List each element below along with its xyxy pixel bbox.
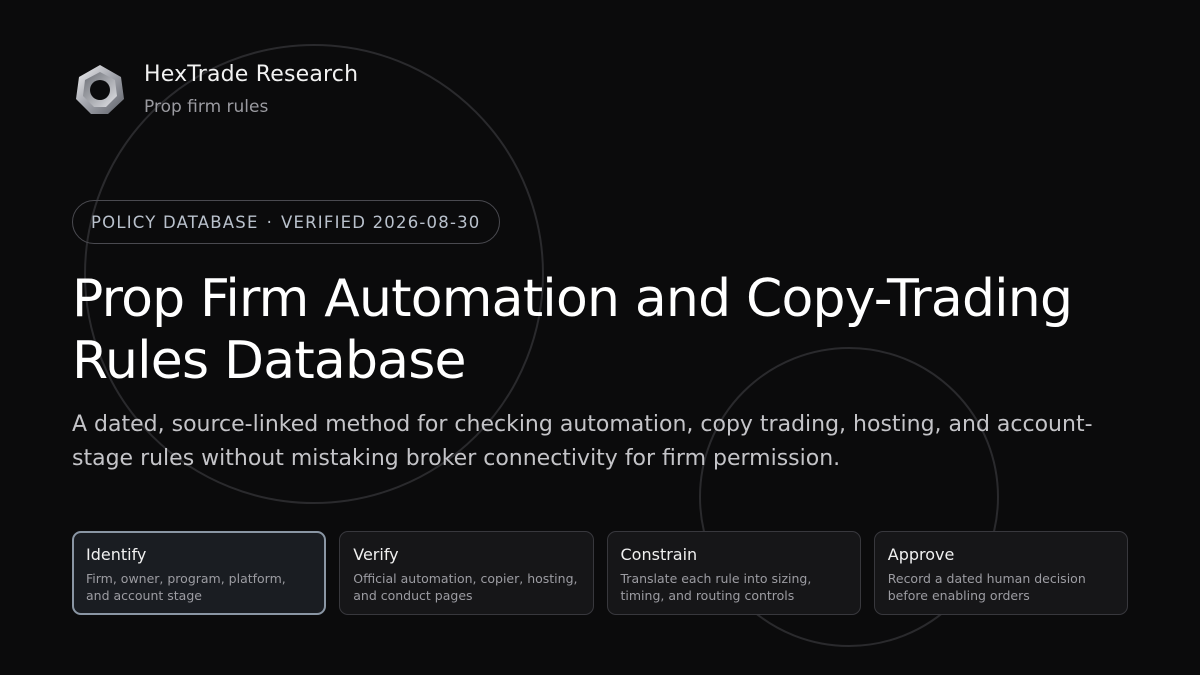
step-title: Constrain bbox=[620, 545, 698, 564]
badge-category: POLICY DATABASE bbox=[91, 212, 259, 232]
step-description: Firm, owner, program, platform, and acco… bbox=[86, 571, 286, 603]
step-title: Identify bbox=[86, 545, 147, 564]
step-title: Approve bbox=[887, 545, 955, 564]
step-description: Official automation, copier, hosting, an… bbox=[353, 571, 578, 603]
brand-name: HexTrade Research bbox=[144, 62, 359, 87]
step-card-identify[interactable]: Identify Firm, owner, program, platform,… bbox=[72, 531, 327, 615]
step-description: Translate each rule into sizing, timing,… bbox=[620, 571, 812, 603]
verification-badge: POLICY DATABASE · VERIFIED 2026-08-30 bbox=[72, 200, 500, 244]
badge-verified-date: VERIFIED 2026-08-30 bbox=[281, 212, 481, 232]
step-description: Record a dated human decision before ena… bbox=[887, 571, 1086, 603]
hexagon-ring-logo-icon bbox=[76, 65, 124, 114]
page-description: A dated, source-linked method for checki… bbox=[72, 412, 1093, 471]
brand-subtitle: Prop firm rules bbox=[144, 97, 269, 117]
step-card-constrain[interactable]: Constrain Translate each rule into sizin… bbox=[606, 531, 861, 615]
step-title: Verify bbox=[353, 545, 399, 564]
step-card-verify[interactable]: Verify Official automation, copier, host… bbox=[339, 531, 594, 615]
process-steps: Identify Firm, owner, program, platform,… bbox=[72, 531, 1128, 615]
page-title: Prop Firm Automation and Copy-Trading Ru… bbox=[72, 269, 1073, 391]
badge-separator: · bbox=[266, 212, 274, 232]
step-card-approve[interactable]: Approve Record a dated human decision be… bbox=[873, 531, 1128, 615]
brand-header: HexTrade Research Prop firm rules bbox=[74, 60, 358, 120]
